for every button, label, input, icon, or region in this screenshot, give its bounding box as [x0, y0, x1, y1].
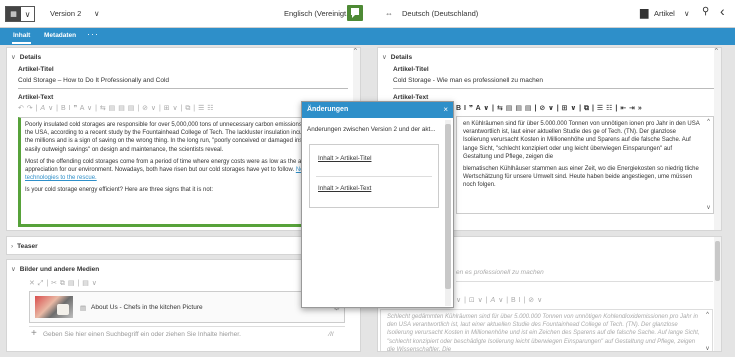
- right-secondary-scrollbar[interactable]: [714, 237, 721, 351]
- greyed-text: Schlecht gedämmten Kühlräumen sind für ü…: [380, 309, 713, 351]
- greyed-toolbar: ∨ | ⊡ ∨ | 𝘈 ∨ | B I | ⊘ ∨: [456, 297, 543, 304]
- divider: [29, 326, 345, 327]
- rich-text-toolbar[interactable]: ↶ ↷ | 𝘈 ∨ | B I ❞ A ∨ | ⇆ ▤ ▤ ▤ | ⊘ ∨ | …: [18, 104, 214, 113]
- text-label: Artikel-Text: [18, 94, 54, 101]
- changes-dialog: Änderungen × Änderungen zwischen Version…: [301, 101, 454, 308]
- scroll-up-icon[interactable]: ^: [715, 48, 718, 54]
- source-language-selector[interactable]: Englisch (Vereinigt...: [284, 9, 352, 18]
- dialog-header: Änderungen ×: [302, 102, 453, 118]
- editor-scroll-down-icon[interactable]: v: [707, 205, 710, 211]
- media-item[interactable]: ▤ About Us - Chefs in the kitchen Pictur…: [29, 291, 345, 323]
- teaser-section-heading[interactable]: › Teaser: [11, 243, 38, 250]
- version-chevron-icon[interactable]: ∨: [94, 9, 100, 18]
- change-link-text[interactable]: Inhalt > Artikel-Text: [318, 185, 371, 192]
- title-field[interactable]: Cold Storage – How to Do It Professional…: [18, 77, 169, 84]
- greyed-title: en es professionell zu machen: [456, 269, 544, 276]
- paragraph: Poorly insulated cold storages are respo…: [25, 122, 332, 153]
- close-icon[interactable]: ×: [443, 105, 448, 114]
- picture-icon: ▤: [80, 305, 87, 312]
- scroll-up-icon[interactable]: ^: [706, 312, 709, 318]
- rich-text-toolbar[interactable]: B I ❞ A ∨ | ⇆ ▤ ▤ ▤ | ⊘ ∨ | ⊞ ∨ | ⧉ | ☰ …: [456, 104, 642, 113]
- paragraph: blematischen Kühlhäuser stammen aus eine…: [463, 166, 699, 189]
- paragraph: Most of the offending cold storages come…: [25, 158, 320, 182]
- title-underline: [18, 88, 348, 89]
- details-section-heading[interactable]: ∨ Details: [11, 53, 41, 61]
- dialog-subtitle: Änderungen zwischen Version 2 und der ak…: [307, 126, 436, 133]
- app-switcher-button[interactable]: ▦ ∨: [5, 6, 35, 22]
- tab-more-icon[interactable]: ···: [87, 29, 99, 39]
- app-logo-icon: ▦: [6, 7, 21, 21]
- divider: [316, 176, 432, 177]
- scroll-up-icon[interactable]: ^: [354, 48, 357, 54]
- title-label: Artikel-Titel: [393, 66, 429, 73]
- article-text-editor[interactable]: Poorly insulated cold storages are respo…: [18, 117, 348, 227]
- title-underline: [393, 88, 715, 89]
- title-label: Artikel-Titel: [18, 66, 54, 73]
- target-language-label: Deutsch (Deutschland): [402, 9, 479, 18]
- back-icon[interactable]: ‹: [720, 3, 725, 19]
- version-selector[interactable]: Version 2: [50, 9, 81, 18]
- text-label: Artikel-Text: [393, 94, 429, 101]
- tab-metadata[interactable]: Metadaten: [44, 32, 76, 39]
- media-search-input[interactable]: Geben Sie hier einen Suchbegriff ein ode…: [43, 331, 241, 338]
- scroll-down-icon[interactable]: v: [706, 346, 709, 351]
- paragraph: en Kühlräumen sind für über 5.000.000 To…: [463, 121, 700, 160]
- media-section-heading[interactable]: ∨ Bilder und andere Medien: [11, 265, 99, 273]
- media-item-title[interactable]: About Us - Chefs in the kitchen Picture: [91, 304, 203, 311]
- drag-icon: ⁄//: [329, 331, 334, 338]
- paragraph: Is your cold storage energy efficient? H…: [25, 187, 213, 194]
- media-thumbnail: [35, 296, 73, 318]
- language-swap-icon[interactable]: ⇔: [385, 9, 393, 18]
- dialog-title: Änderungen: [307, 106, 349, 113]
- editor-scroll-up-icon[interactable]: ^: [707, 119, 710, 125]
- tab-row: Inhalt Metadaten ···: [0, 28, 735, 45]
- right-panel-scrollbar[interactable]: ^: [714, 48, 721, 230]
- doc-type-selector[interactable]: Artikel: [654, 9, 675, 18]
- media-toolbar[interactable]: ✕ ⤢ | ✂ ⧉ ▤ | ▤ ∨: [29, 279, 97, 288]
- change-link-title[interactable]: Inhalt > Artikel-Titel: [318, 155, 372, 162]
- add-icon[interactable]: +: [31, 328, 37, 339]
- tab-content[interactable]: Inhalt: [11, 32, 32, 44]
- doc-type-chevron-icon[interactable]: ∨: [684, 9, 690, 18]
- document-icon: ▆: [640, 7, 649, 19]
- chevron-down-icon: ∨: [24, 9, 31, 19]
- details-section-heading[interactable]: ∨ Details: [382, 53, 412, 61]
- dialog-scrollbar[interactable]: [445, 120, 451, 306]
- top-bar: ▦ ∨ Version 2 ∨ Englisch (Vereinigt... ⇔…: [0, 0, 735, 28]
- lightbulb-icon[interactable]: ⚲: [702, 6, 709, 17]
- article-text-editor[interactable]: en Kühlräumen sind für über 5.000.000 To…: [456, 116, 714, 214]
- title-field[interactable]: Cold Storage - Wie man es professionell …: [393, 77, 543, 84]
- greyed-underline: [456, 281, 713, 282]
- changes-list: Inhalt > Artikel-Titel Inhalt > Artikel-…: [309, 144, 439, 208]
- comment-icon[interactable]: [347, 5, 363, 21]
